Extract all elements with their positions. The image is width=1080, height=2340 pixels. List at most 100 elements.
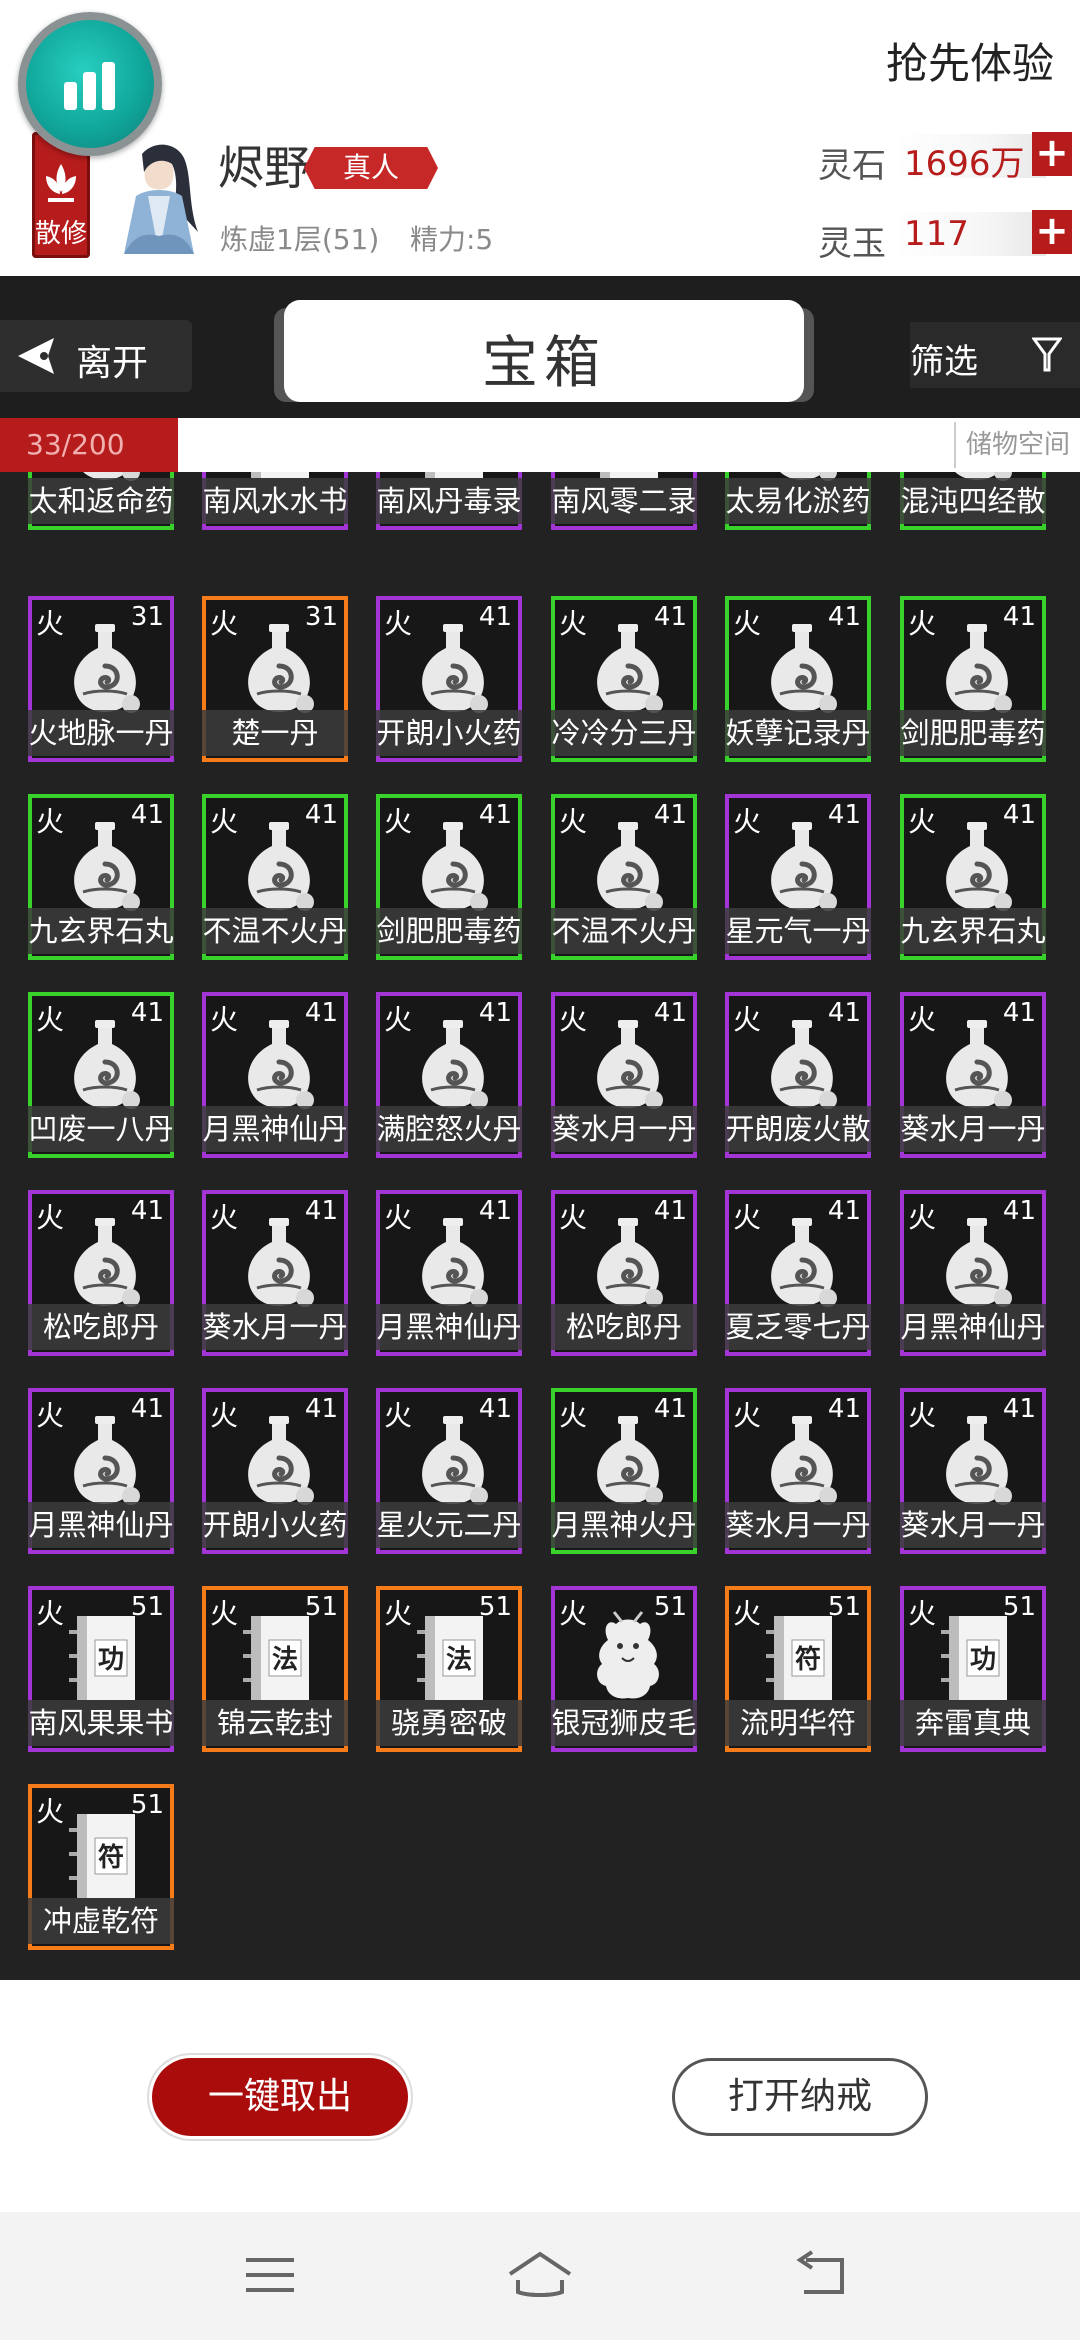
storage-space-label[interactable]: 储物空间 — [954, 422, 1080, 468]
leave-button[interactable]: 离开 — [0, 320, 192, 392]
take-all-button[interactable]: 一键取出 — [152, 2058, 408, 2136]
inventory-item[interactable]: 火 41 葵水月一丹 — [900, 992, 1046, 1158]
item-element: 火 — [733, 1201, 762, 1234]
pill-bottle-icon — [74, 822, 140, 911]
item-name: 星元气一丹 — [725, 908, 871, 954]
inventory-item[interactable]: 功 火 51 南风果果书 — [28, 1586, 174, 1752]
item-element: 火 — [559, 1201, 588, 1234]
inventory-item[interactable]: 火 41 九玄界石丸 — [28, 794, 174, 960]
add-spirit-stone-button[interactable]: + — [1032, 132, 1072, 176]
item-element: 火 — [36, 607, 65, 640]
inventory-item[interactable]: 法 火 51 骁勇密破 — [376, 1586, 522, 1752]
inventory-item[interactable]: 火 41 夏乏零七丹 — [725, 1190, 871, 1356]
add-spirit-jade-button[interactable]: + — [1032, 210, 1072, 254]
inventory-item[interactable]: 火 41 开朗废火散 — [725, 992, 871, 1158]
item-level: 31 — [304, 602, 338, 632]
item-element: 火 — [559, 1399, 588, 1432]
inventory-item[interactable]: 火 41 葵水月一丹 — [551, 992, 697, 1158]
spirit-stone-label: 灵石 — [818, 146, 886, 186]
inventory-item[interactable]: 火 31 火地脉一丹 — [28, 596, 174, 762]
inventory-item[interactable]: 太易化淤药 — [725, 472, 871, 530]
inventory-item[interactable]: 火 41 月黑神仙丹 — [900, 1190, 1046, 1356]
scroll-book-icon: 符 — [69, 1814, 135, 1898]
capacity-bar: 33/200 储物空间 — [0, 418, 1080, 472]
inventory-item[interactable]: 太和返命药 — [28, 472, 174, 530]
home-icon[interactable] — [504, 2250, 576, 2300]
item-name: 凹废一八丹 — [28, 1106, 174, 1152]
inventory-item[interactable]: 火 41 冷冷分三丹 — [551, 596, 697, 762]
energy-value: 精力:5 — [410, 223, 494, 256]
inventory-item[interactable]: 火 41 妖孽记录丹 — [725, 596, 871, 762]
inventory-item[interactable]: 火 41 星元气一丹 — [725, 794, 871, 960]
inventory-item[interactable]: 火 41 松吃郎丹 — [551, 1190, 697, 1356]
open-ring-button[interactable]: 打开纳戒 — [672, 2058, 928, 2136]
inventory-item[interactable]: 火 41 九玄界石丸 — [900, 794, 1046, 960]
item-level: 41 — [478, 602, 512, 632]
inventory-item[interactable]: 火 41 月黑神仙丹 — [202, 992, 348, 1158]
item-name: 九玄界石丸 — [28, 908, 174, 954]
svg-text:符: 符 — [795, 1644, 821, 1675]
chest-title-tab: 宝箱 — [284, 300, 804, 402]
item-name: 剑肥肥毒药 — [900, 710, 1046, 756]
item-element: 火 — [559, 1597, 588, 1630]
filter-button[interactable]: 筛选 — [910, 322, 1080, 388]
inventory-item[interactable]: 火 41 松吃郎丹 — [28, 1190, 174, 1356]
pill-bottle-icon — [597, 1020, 663, 1109]
item-level: 41 — [653, 800, 687, 830]
inventory-item[interactable]: 符 火 51 流明华符 — [725, 1586, 871, 1752]
floating-stats-button[interactable] — [18, 12, 162, 156]
inventory-item[interactable]: 火 41 满腔怒火丹 — [376, 992, 522, 1158]
item-element: 火 — [210, 1201, 239, 1234]
early-access-label[interactable]: 抢先体验 — [886, 30, 1054, 91]
item-level: 41 — [653, 998, 687, 1028]
inventory-item[interactable]: 功南风水水书 — [202, 472, 348, 530]
inventory-item[interactable]: 符 火 51 冲虚乾符 — [28, 1784, 174, 1950]
inventory-item[interactable]: 功南风丹毒录 — [376, 472, 522, 530]
item-level: 41 — [1002, 602, 1036, 632]
inventory-item[interactable]: 火 41 剑肥肥毒药 — [900, 596, 1046, 762]
inventory-item[interactable]: 混沌四经散 — [900, 472, 1046, 530]
inventory-item[interactable]: 火 31 楚一丹 — [202, 596, 348, 762]
item-name: 月黑神仙丹 — [202, 1106, 348, 1152]
inventory-item[interactable]: 火 41 开朗小火药 — [376, 596, 522, 762]
inventory-item[interactable]: 火 41 凹废一八丹 — [28, 992, 174, 1158]
item-name: 混沌四经散 — [900, 478, 1046, 524]
inventory-item[interactable]: 功南风零二录 — [551, 472, 697, 530]
inventory-item[interactable]: 火 41 开朗小火药 — [202, 1388, 348, 1554]
item-name: 开朗废火散 — [725, 1106, 871, 1152]
inventory-item[interactable]: 法 火 51 锦云乾封 — [202, 1586, 348, 1752]
item-name: 流明华符 — [725, 1700, 871, 1746]
inventory-item[interactable]: 火 41 月黑神火丹 — [551, 1388, 697, 1554]
inventory-item[interactable]: 火 41 不温不火丹 — [551, 794, 697, 960]
inventory-item[interactable]: 火 41 葵水月一丹 — [900, 1388, 1046, 1554]
back-icon[interactable] — [790, 2250, 850, 2300]
inventory-item[interactable]: 火 41 星火元二丹 — [376, 1388, 522, 1554]
lion-pelt-icon — [597, 1611, 659, 1699]
item-name: 葵水月一丹 — [551, 1106, 697, 1152]
cultivation-realm: 炼虚1层(51) — [220, 223, 380, 256]
menu-icon[interactable] — [240, 2250, 300, 2300]
item-name: 火地脉一丹 — [28, 710, 174, 756]
pill-bottle-icon — [248, 624, 314, 713]
inventory-item[interactable]: 火 41 不温不火丹 — [202, 794, 348, 960]
item-level: 51 — [130, 1592, 164, 1622]
item-element: 火 — [384, 1597, 413, 1630]
inventory-item[interactable]: 火 41 月黑神仙丹 — [376, 1190, 522, 1356]
inventory-item[interactable]: 火 41 剑肥肥毒药 — [376, 794, 522, 960]
item-element: 火 — [210, 805, 239, 838]
item-level: 41 — [1002, 800, 1036, 830]
pill-bottle-icon — [771, 624, 837, 713]
inventory-item[interactable]: 火 51 银冠狮皮毛 — [551, 1586, 697, 1752]
item-element: 火 — [210, 1003, 239, 1036]
pill-bottle-icon — [946, 1416, 1012, 1505]
spirit-jade-row: 灵玉 117 + — [818, 208, 1076, 264]
inventory-item[interactable]: 火 41 葵水月一丹 — [202, 1190, 348, 1356]
inventory-item[interactable]: 火 41 月黑神仙丹 — [28, 1388, 174, 1554]
player-avatar[interactable] — [114, 136, 204, 258]
player-name: 烬野 — [218, 141, 310, 195]
item-element: 火 — [733, 1003, 762, 1036]
item-level: 51 — [304, 1592, 338, 1622]
inventory-item[interactable]: 功 火 51 奔雷真典 — [900, 1586, 1046, 1752]
item-level: 41 — [653, 1394, 687, 1424]
inventory-item[interactable]: 火 41 葵水月一丹 — [725, 1388, 871, 1554]
